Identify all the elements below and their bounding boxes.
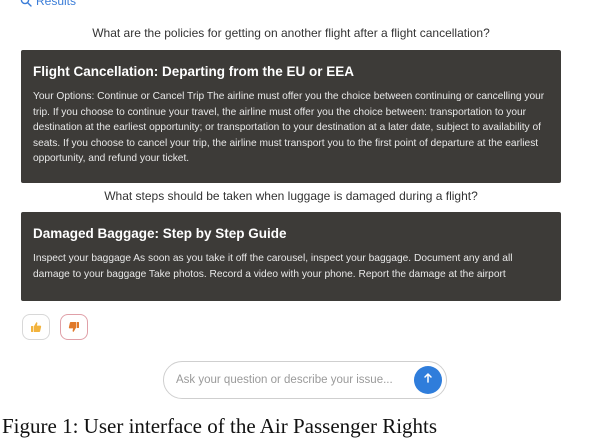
answer-card: Damaged Baggage: Step by Step Guide Insp…: [21, 212, 561, 301]
question-input[interactable]: [164, 362, 414, 398]
results-link[interactable]: Results: [20, 0, 76, 8]
thumbs-down-icon: [68, 321, 80, 333]
answer-title: Damaged Baggage: Step by Step Guide: [33, 226, 287, 241]
answer-body: Your Options: Continue or Cancel Trip Th…: [33, 91, 545, 164]
arrow-up-icon: [422, 371, 434, 389]
answer-title: Flight Cancellation: Departing from the …: [33, 64, 355, 79]
user-question: What steps should be taken when luggage …: [104, 189, 478, 203]
user-question: What are the policies for getting on ano…: [92, 26, 490, 40]
answer-card: Flight Cancellation: Departing from the …: [21, 50, 561, 183]
thumbs-up-icon: [30, 321, 42, 333]
thumbs-up-button[interactable]: [22, 314, 50, 340]
figure-caption: Figure 1: User interface of the Air Pass…: [2, 414, 438, 438]
question-composer: [163, 361, 447, 399]
thumbs-down-button[interactable]: [60, 314, 88, 340]
send-button[interactable]: [414, 366, 442, 394]
search-icon: [20, 0, 32, 7]
results-link-label: Results: [36, 0, 77, 8]
answer-body: Inspect your baggage As soon as you take…: [33, 253, 513, 280]
